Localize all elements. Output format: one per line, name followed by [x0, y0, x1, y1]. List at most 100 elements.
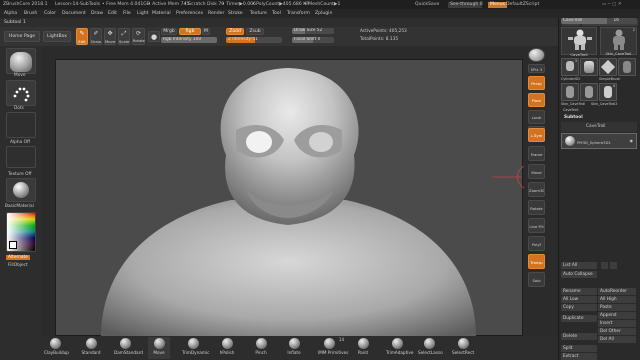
delete-button[interactable]: Delete [561, 333, 597, 340]
menu-alpha[interactable]: Alpha [4, 9, 17, 18]
tool-thumb-cavetroll[interactable]: CaveTroll [561, 27, 597, 57]
alpha-thumbnail[interactable] [6, 112, 36, 138]
tool-thumb-skin-cavetroll[interactable]: Skin_CaveTroll 2 [600, 27, 637, 56]
draw-size-slider[interactable]: Draw Size 52 [292, 28, 334, 34]
eye-icon[interactable]: ◉ [630, 138, 634, 143]
brush-selectrect[interactable]: SelectRect [452, 337, 474, 359]
menu-stroke[interactable]: Stroke [228, 9, 243, 18]
transp-button[interactable]: Transp [528, 254, 545, 269]
brush-move[interactable]: Move [148, 337, 170, 359]
extract-button[interactable]: Extract [561, 353, 597, 360]
menu-preferences[interactable]: Preferences [176, 9, 203, 18]
brush-hpolish[interactable]: hPolish [216, 337, 238, 359]
z-intensity-slider[interactable]: Z Intensity 51 [226, 37, 282, 43]
move-button[interactable]: ✥ Move [104, 28, 116, 45]
solo-button[interactable]: Solo [528, 272, 545, 287]
menus-button[interactable]: Menus [488, 1, 508, 8]
focal-shift-slider[interactable]: Focal Shift 0 [292, 37, 334, 43]
rgb-intensity-slider[interactable]: Rgb Intensity 100 [161, 37, 217, 43]
line-fill-button[interactable]: Line Fill [528, 218, 545, 233]
brush-trimadaptive[interactable]: TrimAdaptive [386, 337, 413, 359]
rotate-view-button[interactable]: Rotate [528, 200, 545, 215]
zadd-button[interactable]: Zadd [226, 28, 244, 35]
rename-button[interactable]: Rename [561, 288, 597, 295]
menu-texture[interactable]: Texture [250, 9, 267, 18]
arrow-down-icon[interactable] [610, 262, 617, 269]
list-all-button[interactable]: List All [561, 262, 597, 269]
brush-thumbnail[interactable] [6, 48, 36, 74]
auto-collapse-button[interactable]: Auto Collapse [561, 271, 597, 278]
append-button[interactable]: Append [598, 312, 636, 319]
tool-thumb-cavetroll-2[interactable]: 3 [561, 58, 579, 76]
edit-button[interactable]: ✎ Edit [76, 28, 88, 45]
persp-button[interactable]: Persp [528, 76, 545, 90]
quicksave-button[interactable]: QuickSave [415, 0, 439, 9]
subtool-header[interactable]: Subtool [564, 115, 583, 120]
tool-thumb-skin-4[interactable] [580, 83, 598, 101]
split-button[interactable]: Split [561, 345, 597, 352]
zoom3d-button[interactable]: Zoom3D [528, 182, 545, 197]
fill-object-button[interactable]: FillObject [8, 263, 28, 268]
paste-button[interactable]: Paste [598, 304, 636, 311]
tool-thumb-cavetroll-4[interactable]: 4 [599, 83, 617, 101]
material-sphere-icon[interactable]: ● [148, 31, 160, 42]
texture-thumbnail[interactable] [6, 146, 36, 168]
subtool-item-cavetroll[interactable]: CaveTroll [561, 122, 637, 132]
floor-button[interactable]: Floor [528, 93, 545, 107]
scale-button[interactable]: ⤢ Scale [118, 28, 130, 45]
brush-paint[interactable]: Paint [352, 337, 374, 359]
brush-inflate[interactable]: Inflate [283, 337, 305, 359]
spix-button[interactable]: SPix 3 [528, 64, 545, 73]
all-high-button[interactable]: All High [598, 296, 636, 303]
stroke-thumbnail[interactable] [6, 80, 36, 106]
lightbox-button[interactable]: LightBox [43, 31, 71, 42]
bpr-button[interactable] [528, 48, 545, 62]
default-zscript[interactable]: DefaultZScript [506, 0, 539, 9]
menu-draw[interactable]: Draw [91, 9, 103, 18]
all-low-button[interactable]: All Low [561, 296, 597, 303]
menu-zplugin[interactable]: Zplugin [315, 9, 332, 18]
window-controls[interactable]: ▭ ─ ▢ ✕ [602, 0, 622, 9]
m-button[interactable]: M [202, 28, 210, 35]
arrow-up-icon[interactable] [601, 262, 608, 269]
del-other-button[interactable]: Del Other [598, 328, 636, 335]
polyf-button[interactable]: Polyf [528, 236, 545, 251]
rgb-button[interactable]: Rgb [179, 28, 201, 35]
brush-claybuildup[interactable]: ClayBuildup [44, 337, 69, 359]
brush-damstandard[interactable]: DamStandard [114, 337, 143, 359]
color-picker[interactable] [6, 212, 36, 252]
brush-imm-primitives[interactable]: IMM Primitives 14 [318, 337, 348, 359]
menu-transform[interactable]: Transform [287, 9, 310, 18]
alternate-button[interactable]: Alternate [6, 255, 30, 260]
main-color-swatch[interactable] [9, 241, 17, 249]
menu-light[interactable]: Light [137, 9, 148, 18]
see-through-slider[interactable]: See-through 0 [448, 1, 483, 8]
material-thumbnail[interactable] [6, 178, 36, 202]
brush-selectlasso[interactable]: SelectLasso [418, 337, 443, 359]
rotate-button[interactable]: ⟳ Rotate [132, 28, 145, 45]
duplicate-button[interactable]: Duplicate [561, 315, 597, 322]
tool-thumb-cylinder[interactable] [580, 58, 598, 76]
frame-button[interactable]: Frame [528, 146, 545, 161]
subtool-item-sphere[interactable]: PM3D_Sphere3D1 ◉ [561, 133, 637, 149]
local-button[interactable]: Local [528, 110, 545, 124]
menu-render[interactable]: Render [208, 9, 224, 18]
autoreorder-button[interactable]: AutoReorder [598, 288, 636, 295]
menu-color[interactable]: Color [44, 9, 56, 18]
brush-standard[interactable]: Standard [80, 337, 102, 359]
cavetroll-slider[interactable]: CaveTroll 16 [561, 18, 637, 24]
tool-thumb-skin-3[interactable] [561, 83, 579, 101]
zsub-button[interactable]: Zsub [246, 28, 264, 35]
mrgb-button[interactable]: Mrgb [161, 28, 177, 35]
tool-thumb-skin-2[interactable] [618, 58, 636, 76]
copy-button[interactable]: Copy [561, 304, 597, 311]
menu-material[interactable]: Material [152, 9, 171, 18]
tool-thumb-simplebrush[interactable] [599, 58, 617, 76]
draw-button[interactable]: ✐ Draw [90, 28, 102, 45]
brush-trimdynamic[interactable]: TrimDynamic [182, 337, 209, 359]
lsym-button[interactable]: L.Sym [528, 128, 545, 142]
move-view-button[interactable]: Move [528, 164, 545, 179]
menu-edit[interactable]: Edit [108, 9, 117, 18]
menu-tool[interactable]: Tool [272, 9, 281, 18]
canvas-viewport[interactable] [55, 59, 524, 337]
